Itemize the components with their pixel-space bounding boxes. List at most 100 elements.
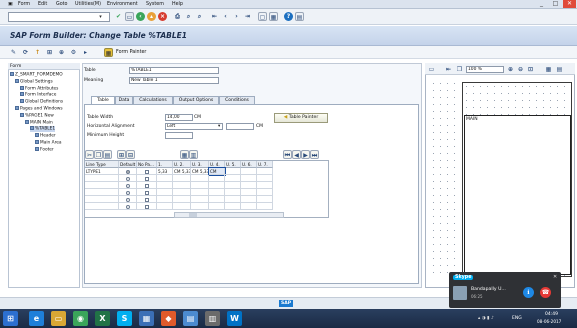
test-icon[interactable]: ⊕ [57, 48, 66, 57]
app-icon[interactable]: ◆ [161, 311, 176, 326]
tree-item[interactable]: Form Interface [20, 92, 56, 98]
radio-icon[interactable] [126, 205, 130, 209]
prev-column-icon[interactable]: ◀ [292, 150, 301, 159]
form-painter-icon[interactable]: ▦ [104, 48, 113, 57]
painter-settings-icon[interactable]: ▤ [555, 65, 564, 74]
insert-row-icon[interactable]: ⊞ [117, 150, 126, 159]
enter-icon[interactable]: ✔ [114, 12, 123, 21]
grid-cell[interactable] [209, 189, 225, 196]
menu-environment[interactable]: Environment [107, 2, 138, 7]
word-icon[interactable]: W [227, 311, 242, 326]
grid-column-header[interactable]: U. 4. [209, 161, 225, 168]
radio-icon[interactable] [126, 198, 130, 202]
command-dropdown-icon[interactable]: ▾ [96, 13, 105, 22]
grid-cell[interactable] [225, 203, 241, 210]
default-radio[interactable] [119, 182, 137, 189]
radio-icon[interactable] [126, 177, 130, 181]
language-indicator[interactable]: ENG [512, 316, 522, 321]
grid-cell[interactable] [191, 203, 209, 210]
grid-cell[interactable]: LTYPE1 [85, 168, 119, 175]
tab-calculations[interactable]: Calculations [133, 96, 173, 104]
tree-item[interactable]: Global Definitions [20, 99, 63, 105]
grid-cell[interactable] [209, 175, 225, 182]
tree-item[interactable]: Footer [35, 146, 54, 152]
tab-conditions[interactable]: Conditions [219, 96, 255, 104]
file-explorer-icon[interactable]: ▭ [51, 311, 66, 326]
delete-row-icon[interactable]: ⊟ [126, 150, 135, 159]
hang-up-button[interactable]: ☎ [540, 287, 551, 298]
find-next-icon[interactable]: ⌕ [195, 12, 204, 21]
command-field[interactable] [8, 12, 110, 22]
exit-icon[interactable]: ▴ [147, 12, 156, 21]
table-width-field[interactable]: 14,00 [165, 114, 193, 121]
minimum-height-field[interactable] [165, 132, 193, 139]
grid-cell[interactable] [257, 196, 273, 203]
grid-cell[interactable]: 5,33 [157, 168, 173, 175]
grid-cell[interactable] [241, 203, 257, 210]
grid-cell[interactable] [257, 182, 273, 189]
activate-icon[interactable]: ↑ [33, 48, 42, 57]
skype-call-popup[interactable]: Skype ✕ Bandapally U... 06:25 ℹ ☎ [449, 272, 561, 308]
column-icon[interactable]: ▥ [189, 150, 198, 159]
main-window-box[interactable]: MAIN [464, 115, 571, 275]
menu-form[interactable]: Form [18, 2, 30, 7]
grid-cell[interactable] [257, 189, 273, 196]
tree-item[interactable]: %PAGE1 New [20, 112, 54, 118]
tray-icons[interactable]: ▴ ◑ ▮ ♪ [478, 316, 494, 321]
start-button-icon[interactable]: ⊞ [3, 311, 18, 326]
first-page-icon[interactable]: ⇤ [210, 12, 219, 21]
menu-edit[interactable]: Edit [38, 2, 47, 7]
menu-form-icon[interactable]: ▣ [8, 2, 13, 7]
grid-cell[interactable] [173, 196, 191, 203]
grid-column-header[interactable]: U. 7. [257, 161, 273, 168]
details-icon[interactable]: ▦ [180, 150, 189, 159]
where-used-icon[interactable]: ⊞ [45, 48, 54, 57]
grid-cell[interactable] [241, 182, 257, 189]
checkbox-icon[interactable] [145, 177, 149, 181]
grid-column-header[interactable]: Default [119, 161, 137, 168]
default-radio[interactable] [119, 175, 137, 182]
tab-data[interactable]: Data [115, 96, 133, 104]
page-canvas[interactable]: MAIN [462, 82, 572, 277]
grid-cell[interactable] [157, 182, 173, 189]
grid-column-header[interactable]: No Pa... [137, 161, 157, 168]
prev-page-icon[interactable]: ‹ [221, 12, 230, 21]
tree-item[interactable]: Z_SMART_FORMDEMO [10, 72, 63, 78]
grid-column-header[interactable]: U. 5. [225, 161, 241, 168]
grid-column-header[interactable]: 1. [157, 161, 173, 168]
grid-cell[interactable] [157, 196, 173, 203]
other-object-icon[interactable]: ⟳ [21, 48, 30, 57]
grid-cell[interactable] [173, 203, 191, 210]
grid-cell[interactable] [225, 196, 241, 203]
ie-icon[interactable]: e [29, 311, 44, 326]
grid-cell[interactable]: CM 5,33 [173, 168, 191, 175]
checkbox-icon[interactable] [145, 170, 149, 174]
properties-icon[interactable]: ⚙ [69, 48, 78, 57]
checkbox-icon[interactable] [145, 184, 149, 188]
grid-cell[interactable] [157, 189, 173, 196]
checkbox-icon[interactable] [145, 205, 149, 209]
skype-icon[interactable]: S [117, 311, 132, 326]
skype-close-icon[interactable]: ✕ [553, 274, 557, 280]
horizontal-alignment-dropdown[interactable]: Left [165, 123, 223, 130]
grid-column-header[interactable]: U. 3. [191, 161, 209, 168]
more-icon[interactable]: ▸ [81, 48, 90, 57]
no-page-break-checkbox[interactable] [137, 182, 157, 189]
grid-cell[interactable] [173, 175, 191, 182]
grid-cell[interactable] [241, 189, 257, 196]
help-icon[interactable]: ? [284, 12, 293, 21]
checkbox-icon[interactable] [145, 198, 149, 202]
grid-cell[interactable] [191, 189, 209, 196]
tree-item[interactable]: %TABLE1 [30, 126, 56, 132]
default-radio[interactable] [119, 203, 137, 210]
no-page-break-checkbox[interactable] [137, 168, 157, 175]
tree-item[interactable]: Form Attributes [20, 85, 58, 91]
minimize-button[interactable]: _ [535, 0, 548, 8]
grid-cell[interactable] [225, 189, 241, 196]
new-session-icon[interactable]: ▢ [258, 12, 267, 21]
tree-item[interactable]: Header [35, 133, 56, 139]
next-page-icon[interactable]: › [232, 12, 241, 21]
clock-date[interactable]: 08-06-2017 [537, 319, 561, 324]
grid-toggle-icon[interactable]: ▦ [544, 65, 553, 74]
zoom-out-icon[interactable]: ⊖ [516, 65, 525, 74]
